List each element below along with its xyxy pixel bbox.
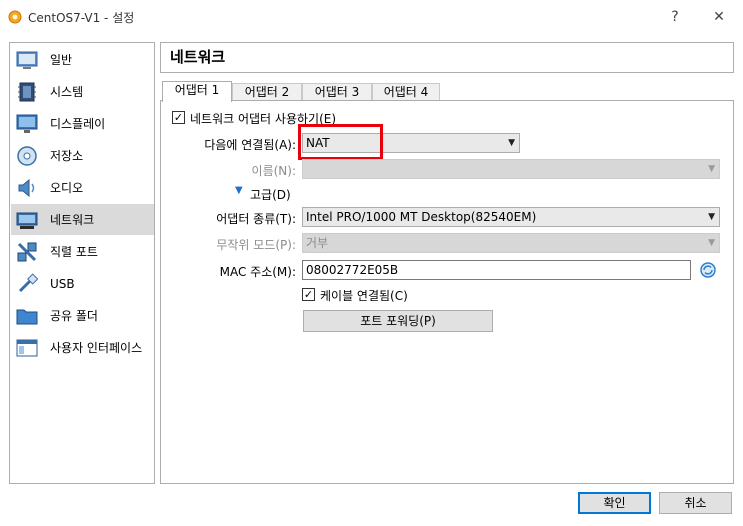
general-icon [15,48,39,72]
advanced-toggle[interactable]: 고급(D) [250,186,291,203]
sidebar-item-storage[interactable]: 저장소 [11,140,154,171]
sidebar-item-label: 저장소 [50,149,84,163]
sidebar-item-display[interactable]: 디스플레이 [11,108,154,139]
display-monitor-icon [15,112,39,136]
adapter-type-select[interactable]: Intel PRO/1000 MT Desktop(82540EM) ▼ [302,207,720,227]
settings-sidebar: 일반 시스템 디스플레이 저장소 오디오 네트워크 직렬 포트 USB 공유 폴… [9,42,155,484]
sidebar-item-usb[interactable]: USB [11,268,154,299]
tab-adapter-1[interactable]: 어댑터 1 [162,81,232,102]
sidebar-item-label: 공유 폴더 [50,309,98,323]
dropdown-arrow-icon: ▼ [708,212,715,222]
sidebar-item-label: 네트워크 [50,213,95,227]
system-chip-icon [15,80,39,104]
sidebar-item-label: 직렬 포트 [50,245,98,259]
ok-button[interactable]: 확인 [578,492,651,514]
close-button[interactable]: ✕ [704,6,734,28]
mac-address-input[interactable]: 08002772E05B [302,260,691,280]
expand-triangle-icon[interactable]: ▼ [235,185,243,196]
page-title: 네트워크 [160,42,734,73]
virtualbox-app-icon [8,10,22,24]
attached-to-label: 다음에 연결됨(A): [204,138,296,152]
refresh-mac-icon[interactable] [699,261,717,279]
sidebar-item-audio[interactable]: 오디오 [11,172,154,203]
sidebar-item-label: USB [50,276,75,291]
sidebar-item-user-interface[interactable]: 사용자 인터페이스 [11,332,154,363]
dropdown-arrow-icon: ▼ [708,164,715,174]
name-select[interactable]: ▼ [302,159,720,179]
adapter-type-value: Intel PRO/1000 MT Desktop(82540EM) [306,210,537,224]
sidebar-item-label: 사용자 인터페이스 [50,341,143,355]
network-icon [15,208,39,232]
sidebar-item-network[interactable]: 네트워크 [11,204,154,235]
dropdown-arrow-icon: ▼ [708,238,715,248]
help-button[interactable]: ? [660,6,690,28]
sidebar-item-label: 디스플레이 [50,117,106,131]
user-interface-icon [15,336,39,360]
storage-disc-icon [15,144,39,168]
mac-address-label: MAC 주소(M): [219,265,296,279]
audio-speaker-icon [15,176,39,200]
promiscuous-mode-label: 무작위 모드(P): [216,238,296,252]
sidebar-item-general[interactable]: 일반 [11,44,154,75]
window-title: CentOS7-V1 - 설정 [28,11,135,25]
sidebar-item-serial-port[interactable]: 직렬 포트 [11,236,154,267]
promiscuous-mode-value: 거부 [306,236,329,250]
cancel-button[interactable]: 취소 [659,492,732,514]
cable-connected-checkbox[interactable]: ✓ [302,288,315,301]
adapter-panel [160,100,734,484]
promiscuous-mode-select[interactable]: 거부 ▼ [302,233,720,253]
sidebar-item-system[interactable]: 시스템 [11,76,154,107]
shared-folder-icon [15,304,39,328]
title-bar: CentOS7-V1 - 설정 ? ✕ [0,0,743,34]
usb-icon [15,272,39,296]
cable-connected-label: 케이블 연결됨(C) [320,289,408,303]
adapter-type-label: 어댑터 종류(T): [216,212,296,226]
port-forwarding-button[interactable]: 포트 포워딩(P) [303,310,493,332]
sidebar-item-label: 시스템 [50,85,84,99]
sidebar-item-label: 일반 [50,53,73,67]
highlight-box [298,124,383,160]
name-label: 이름(N): [251,164,296,178]
enable-adapter-checkbox[interactable]: ✓ [172,111,185,124]
serial-port-icon [15,240,39,264]
sidebar-item-label: 오디오 [50,181,84,195]
sidebar-item-shared-folder[interactable]: 공유 폴더 [11,300,154,331]
dropdown-arrow-icon: ▼ [508,138,515,148]
